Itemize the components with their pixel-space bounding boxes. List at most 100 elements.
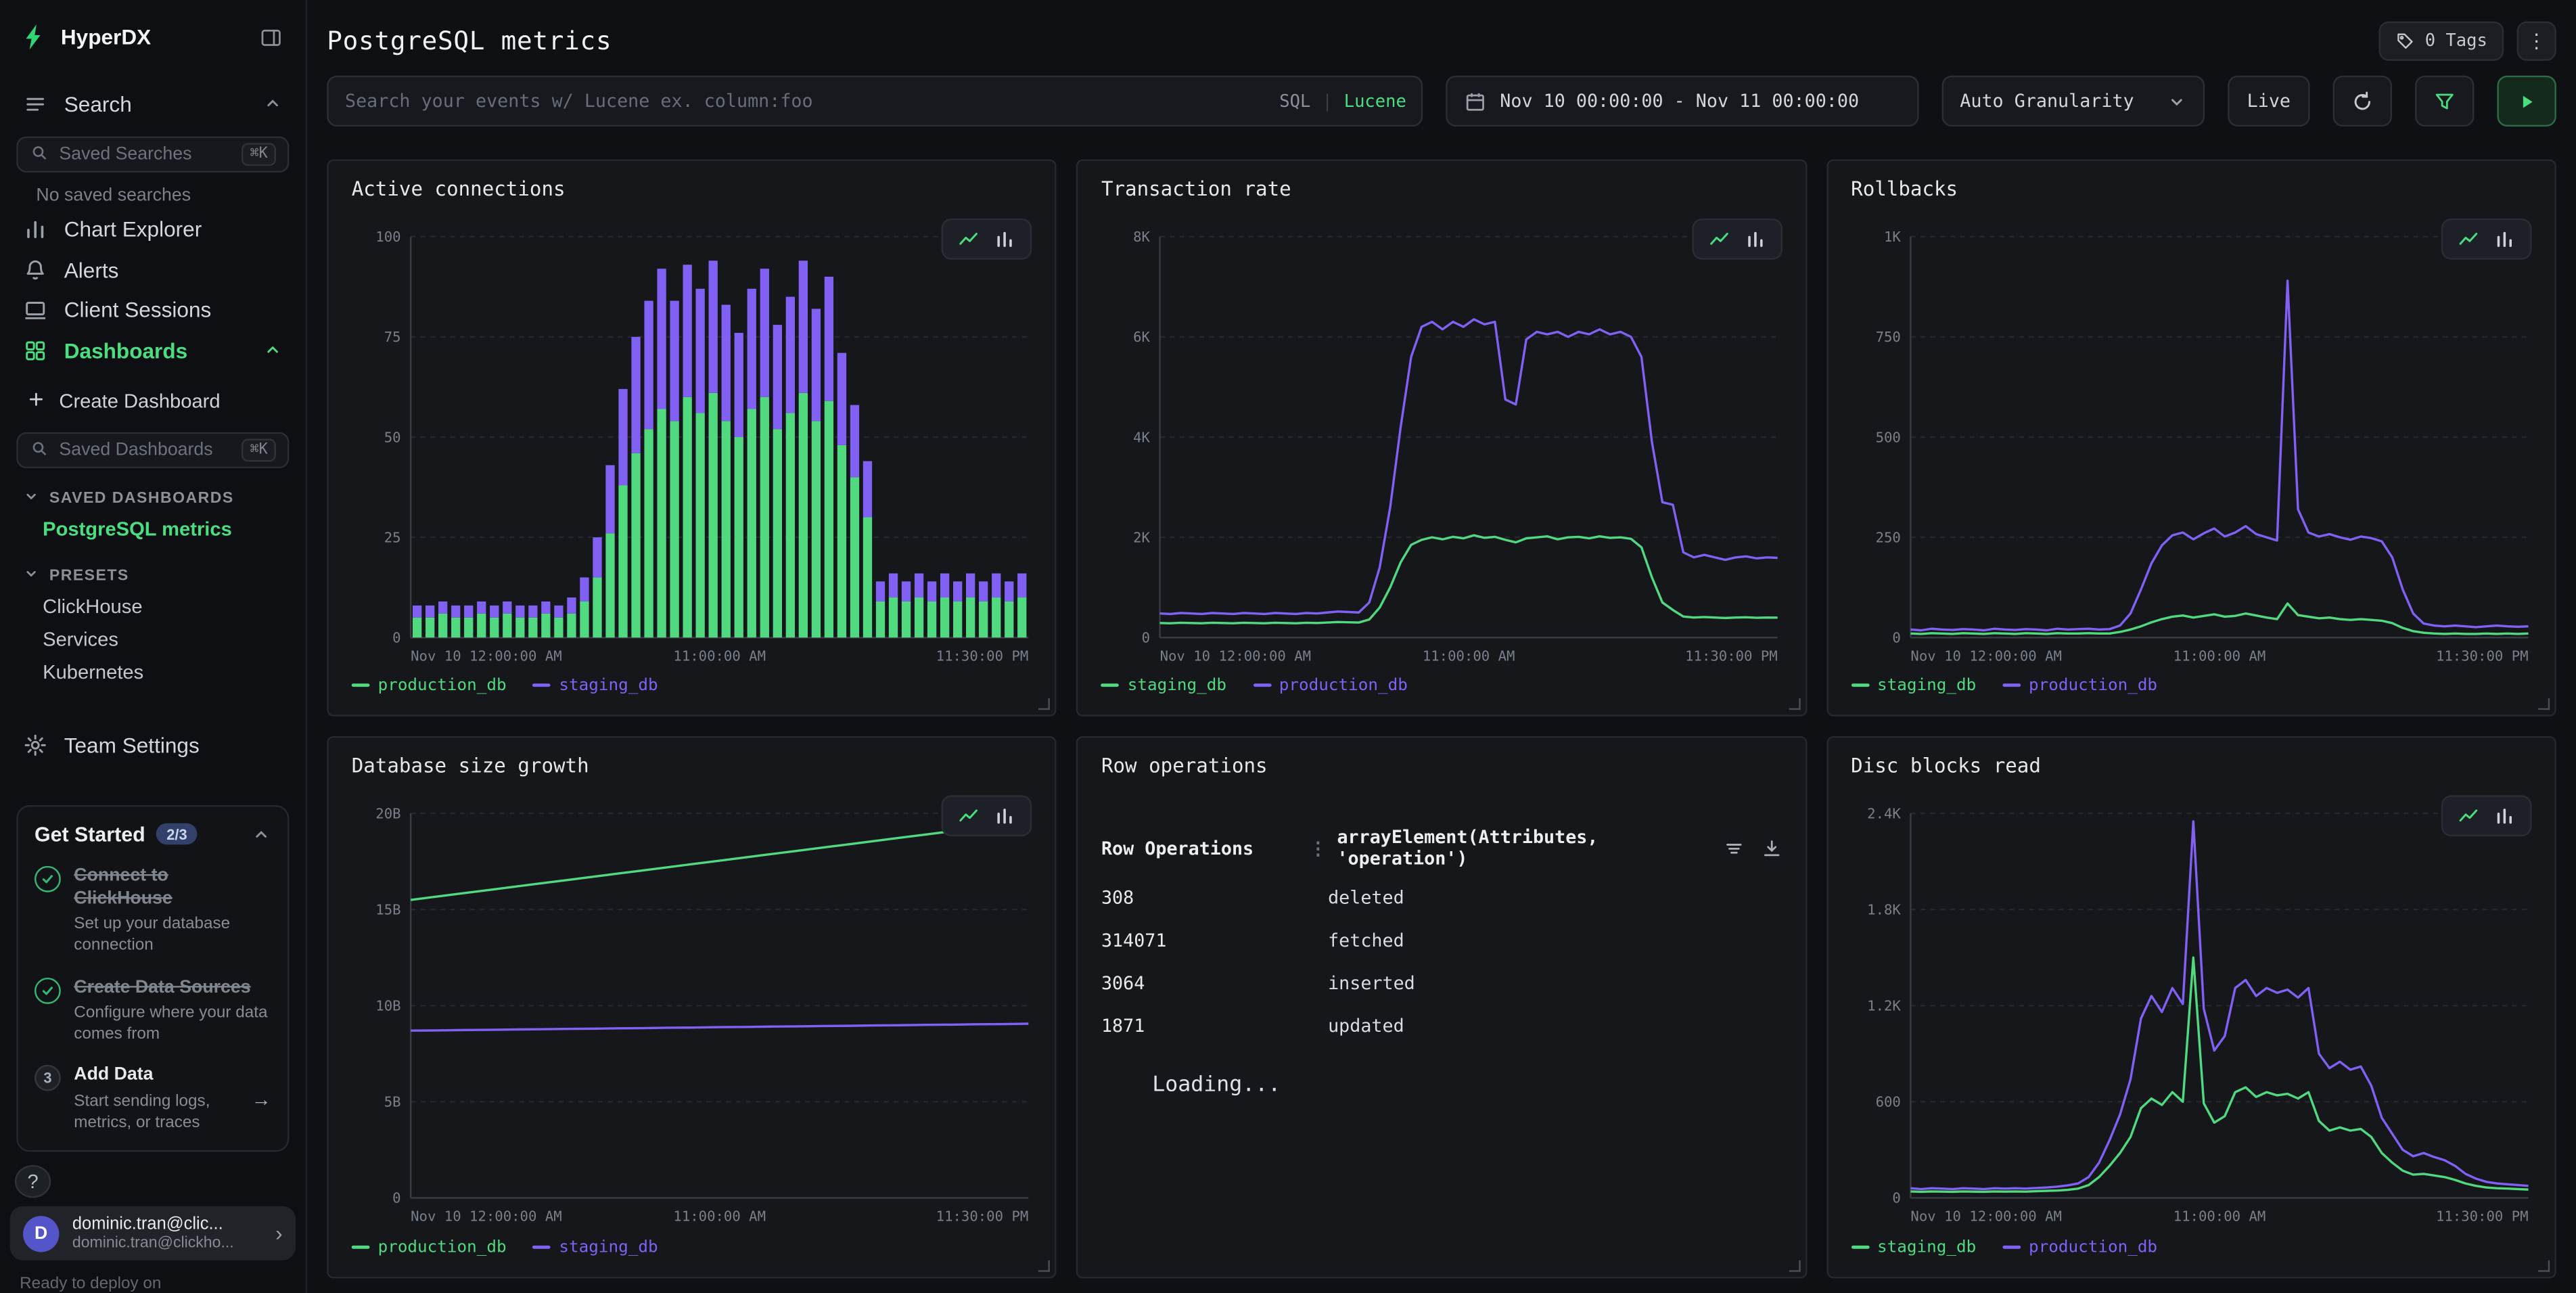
- get-started-step-add-data[interactable]: 3 Add Data Start sending logs, metrics, …: [34, 1064, 271, 1134]
- mode-divider: |: [1322, 91, 1332, 111]
- svg-text:600: 600: [1875, 1094, 1900, 1110]
- svg-text:750: 750: [1875, 329, 1900, 345]
- legend-item[interactable]: staging_db: [1851, 676, 1976, 694]
- create-dashboard-button[interactable]: Create Dashboard: [0, 384, 306, 419]
- sidebar-item-kubernetes[interactable]: Kubernetes: [0, 656, 306, 689]
- panel-resize-handle[interactable]: [1039, 1261, 1051, 1272]
- refresh-button[interactable]: [2333, 76, 2392, 127]
- chevron-up-icon: [263, 340, 283, 360]
- sidebar-item-team-settings[interactable]: Team Settings: [0, 725, 306, 765]
- live-button[interactable]: Live: [2228, 76, 2309, 127]
- legend-item[interactable]: staging_db: [533, 676, 658, 694]
- sidebar-item-alerts[interactable]: Alerts: [0, 250, 306, 290]
- panel-resize-handle[interactable]: [2538, 698, 2550, 710]
- sql-mode-toggle[interactable]: SQL: [1279, 91, 1310, 111]
- saved-searches-placeholder: Saved Searches: [59, 145, 191, 165]
- tags-button[interactable]: 0 Tags: [2379, 22, 2504, 61]
- sidebar-item-label: Alerts: [64, 257, 119, 281]
- legend-item[interactable]: production_db: [352, 1238, 507, 1256]
- sidebar-item-services[interactable]: Services: [0, 623, 306, 656]
- tag-icon: [2395, 31, 2415, 51]
- user-menu[interactable]: D dominic.tran@clic... dominic.tran@clic…: [10, 1206, 296, 1261]
- sidebar: HyperDX Search Saved Searches ⌘K No save…: [0, 0, 307, 1293]
- main-content: PostgreSQL metrics 0 Tags ⋮ SQL | Lucene: [307, 0, 2576, 1293]
- sidebar-item-clickhouse[interactable]: ClickHouse: [0, 590, 306, 623]
- filter-button[interactable]: [2415, 76, 2474, 127]
- table-row: 3064inserted: [1101, 961, 1782, 1004]
- column-menu-icon[interactable]: ⋮: [1309, 837, 1327, 859]
- bar-chart-icon[interactable]: [1744, 229, 1766, 250]
- legend-item[interactable]: production_db: [2002, 1238, 2157, 1256]
- chart-legend: staging_db production_db: [1851, 668, 2531, 702]
- search-nav-icon: [23, 91, 47, 116]
- chart-legend: production_db staging_db: [352, 668, 1032, 702]
- panel-resize-handle[interactable]: [1039, 698, 1051, 710]
- sidebar-item-chart-explorer[interactable]: Chart Explorer: [0, 209, 306, 249]
- presets-section[interactable]: PRESETS: [0, 546, 306, 591]
- table-row: 308deleted: [1101, 876, 1782, 918]
- legend-item[interactable]: production_db: [1253, 676, 1408, 694]
- get-started-header[interactable]: Get Started 2/3: [34, 823, 271, 846]
- calendar-icon: [1464, 89, 1487, 112]
- date-range-picker[interactable]: Nov 10 00:00:00 - Nov 11 00:00:00: [1446, 76, 1918, 127]
- legend-item[interactable]: staging_db: [1851, 1238, 1976, 1256]
- legend-label: production_db: [2029, 676, 2157, 694]
- filter-lines-icon[interactable]: [1723, 837, 1745, 859]
- events-search-input[interactable]: [327, 76, 1423, 127]
- legend-item[interactable]: production_db: [2002, 676, 2157, 694]
- sidebar-item-dashboards[interactable]: Dashboards: [0, 330, 306, 370]
- chart-type-toggle: [942, 795, 1032, 836]
- get-started-step-connect[interactable]: Connect to ClickHouse Set up your databa…: [34, 863, 271, 957]
- saved-dashboards-input[interactable]: Saved Dashboards ⌘K: [16, 432, 289, 468]
- chart-legend: staging_db production_db: [1101, 668, 1782, 702]
- line-chart-icon[interactable]: [2458, 805, 2479, 827]
- bar-chart-icon[interactable]: [2494, 805, 2516, 827]
- active-connections-chart: 0255075100Nov 10 12:00:00 AM11:00:00 AM1…: [352, 220, 1035, 667]
- sidebar-item-postgresql-metrics[interactable]: PostgreSQL metrics: [0, 513, 306, 546]
- svg-text:Nov 10 12:00:00 AM: Nov 10 12:00:00 AM: [411, 648, 562, 664]
- sidebar-item-label: Dashboards: [64, 338, 187, 362]
- column-header-count[interactable]: Row Operations: [1101, 837, 1309, 859]
- cell-operation: updated: [1328, 1015, 1404, 1037]
- download-icon[interactable]: [1761, 837, 1782, 859]
- panel-resize-handle[interactable]: [1789, 698, 1800, 710]
- rollbacks-chart: 02505007501KNov 10 12:00:00 AM11:00:00 A…: [1851, 220, 2534, 667]
- svg-text:20B: 20B: [375, 805, 400, 821]
- help-button[interactable]: ?: [15, 1165, 51, 1198]
- svg-text:250: 250: [1875, 529, 1900, 545]
- sidebar-item-label: Team Settings: [64, 733, 200, 757]
- progress-badge: 2/3: [157, 823, 198, 845]
- bar-chart-icon[interactable]: [994, 229, 1016, 250]
- svg-text:Nov 10 12:00:00 AM: Nov 10 12:00:00 AM: [1910, 1208, 2062, 1224]
- column-header-operation[interactable]: arrayElement(Attributes, 'operation'): [1337, 827, 1722, 869]
- sidebar-item-search[interactable]: Search: [0, 84, 306, 124]
- step-title: Add Data: [74, 1064, 235, 1087]
- sidebar-item-client-sessions[interactable]: Client Sessions: [0, 290, 306, 330]
- cell-count: 314071: [1101, 929, 1328, 951]
- panel-resize-handle[interactable]: [1789, 1261, 1800, 1272]
- legend-item[interactable]: staging_db: [533, 1238, 658, 1256]
- chart-type-toggle: [2441, 219, 2532, 260]
- bar-chart-icon[interactable]: [994, 805, 1016, 827]
- svg-text:0: 0: [1142, 630, 1150, 646]
- sidebar-collapse-icon[interactable]: [260, 26, 283, 49]
- search-icon: [30, 438, 49, 462]
- line-chart-icon[interactable]: [2458, 229, 2479, 250]
- saved-searches-input[interactable]: Saved Searches ⌘K: [16, 137, 289, 173]
- granularity-select[interactable]: Auto Granularity: [1942, 76, 2205, 127]
- line-chart-icon[interactable]: [959, 805, 980, 827]
- legend-item[interactable]: staging_db: [1101, 676, 1226, 694]
- lucene-mode-toggle[interactable]: Lucene: [1344, 91, 1406, 111]
- play-icon: [2515, 89, 2538, 112]
- bar-chart-icon[interactable]: [2494, 229, 2516, 250]
- panel-database-size-growth: Database size growth 05B10B15B20BNov 10 …: [327, 736, 1057, 1278]
- legend-item[interactable]: production_db: [352, 676, 507, 694]
- dashboard-menu-button[interactable]: ⋮: [2517, 22, 2556, 61]
- panel-resize-handle[interactable]: [2538, 1261, 2550, 1272]
- chevron-down-icon: [2167, 91, 2186, 111]
- run-query-button[interactable]: [2497, 76, 2556, 127]
- saved-dashboards-section[interactable]: SAVED DASHBOARDS: [0, 468, 306, 513]
- line-chart-icon[interactable]: [1708, 229, 1730, 250]
- get-started-step-sources[interactable]: Create Data Sources Configure where your…: [34, 975, 271, 1045]
- line-chart-icon[interactable]: [959, 229, 980, 250]
